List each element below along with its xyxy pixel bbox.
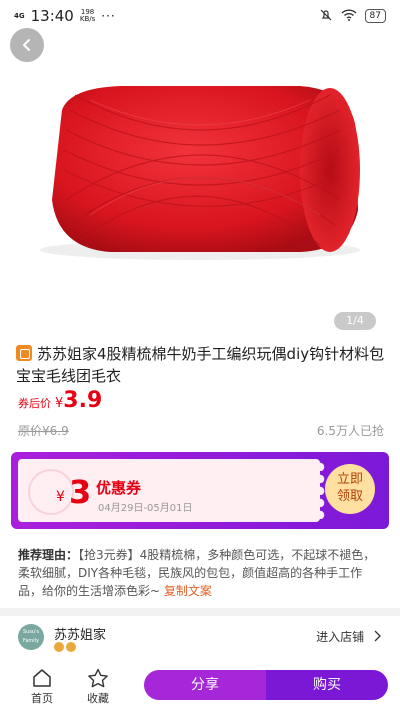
coupon-card[interactable]: ¥ 3 优惠券 04月29日-05月01日 立即 领取 [11,452,389,529]
shop-rating-medals [54,642,76,652]
original-price-row: 原价¥6.9 6.5万人已抢 [18,422,384,439]
gallery-page-indicator: 1/4 [334,312,376,330]
back-button[interactable] [10,28,44,62]
shop-avatar: Susu's Family [18,624,44,650]
bottom-action-bar: 首页 收藏 分享 购买 [0,666,400,711]
mute-icon [319,8,333,25]
shop-name: 苏苏姐家 [54,628,107,643]
section-divider [0,608,400,616]
price-value: 3.9 [63,388,103,413]
coupon-watermark-icon [28,469,74,515]
chevron-left-icon [22,39,30,51]
favorite-tab[interactable]: 收藏 [78,668,118,706]
product-title: 苏苏姐家4股精梳棉牛奶手工编织玩偶diy钩针材料包宝宝毛线团毛衣 [16,345,385,385]
price-label: 券后价 [18,397,51,410]
home-tab[interactable]: 首页 [22,668,62,706]
coupon-amount: 3 [69,473,92,511]
coupon-currency: ¥ [56,489,65,505]
enter-shop-link[interactable]: 进入店铺 [316,628,382,645]
price-row: 券后价 ¥ 3.9 [18,388,102,413]
recommend-reason: 推荐理由：【抢3元券】4股精梳棉，多种颜色可选，不起球不褪色，柔软细腻，DIY各… [18,546,384,600]
medal-icon [66,642,76,652]
coupon-name: 优惠券 [96,479,142,497]
claim-coupon-button[interactable]: 立即 领取 [325,464,375,514]
price-currency: ¥ [55,396,64,411]
more-notifications-icon: ··· [101,9,116,23]
chevron-right-icon [374,630,381,642]
star-icon [88,668,108,688]
wifi-icon [341,8,357,24]
coupon-valid-dates: 04月29日-05月01日 [98,503,193,514]
share-button[interactable]: 分享 [144,670,266,700]
network-indicator: 4G [14,12,25,20]
sold-count: 6.5万人已抢 [316,424,384,438]
status-bar: 4G 13:40 198 KB/s ··· 87 [0,0,400,32]
shop-row[interactable]: Susu's Family 苏苏姐家 进入店铺 [18,622,382,658]
home-icon [33,669,51,687]
battery-indicator: 87 [364,9,386,23]
product-gallery[interactable]: 1/4 [0,0,400,338]
taobao-badge-icon [16,345,32,361]
network-speed: 198 KB/s [79,8,96,23]
coupon-body: ¥ 3 优惠券 04月29日-05月01日 [18,459,328,522]
product-image [40,86,360,260]
product-title-row: 苏苏姐家4股精梳棉牛奶手工编织玩偶diy钩针材料包宝宝毛线团毛衣 [16,343,386,387]
original-price: 原价¥6.9 [18,424,69,438]
buy-button[interactable]: 购买 [266,670,388,700]
medal-icon [54,642,64,652]
copy-text-link[interactable]: 复制文案 [164,584,212,598]
clock: 13:40 [30,7,74,25]
recommend-label: 推荐理由： [18,548,79,562]
